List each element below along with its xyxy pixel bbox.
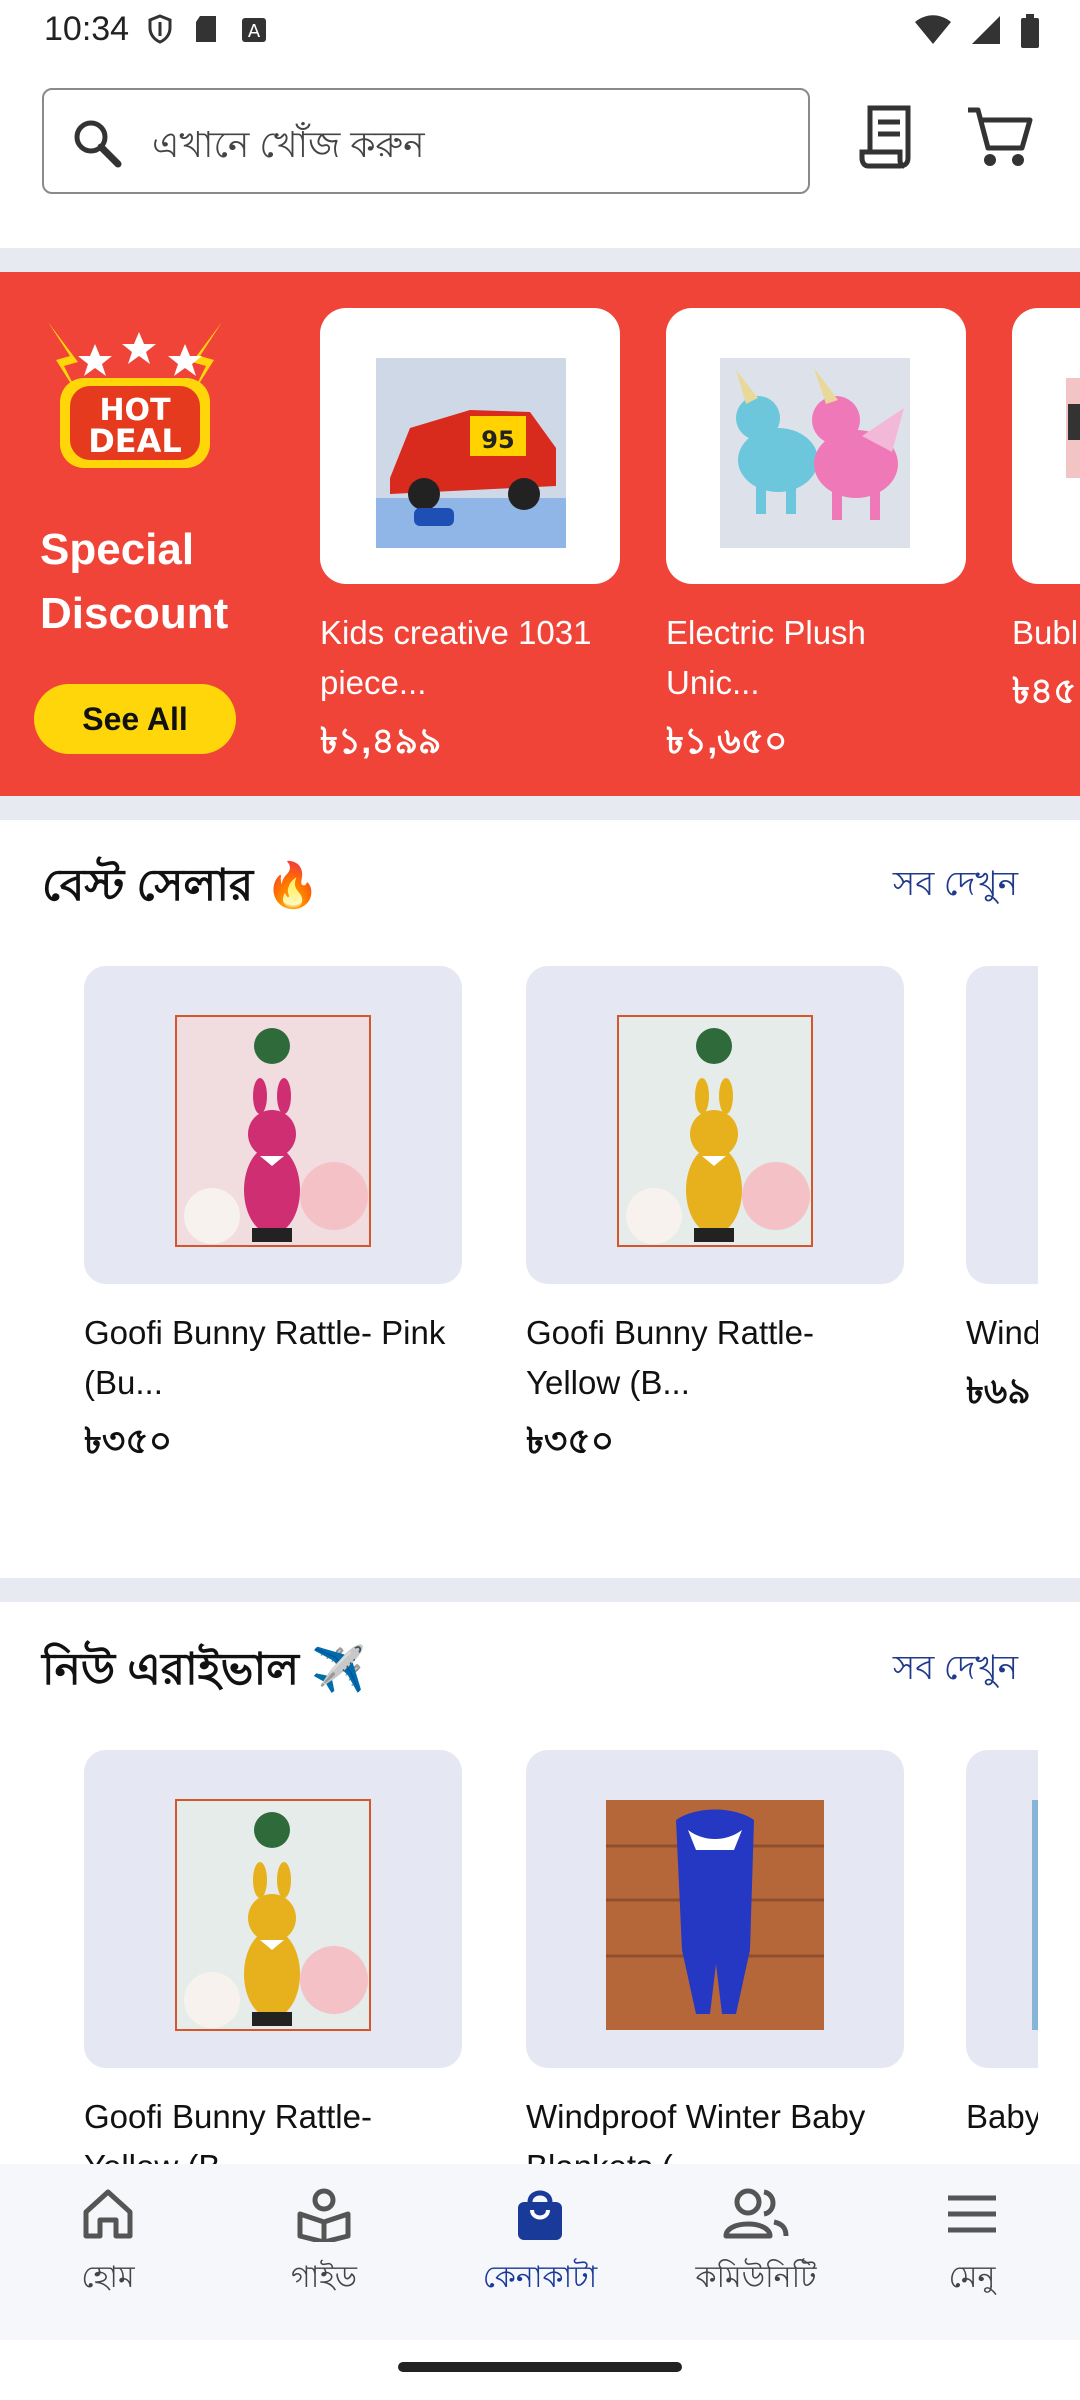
best-seller-title: বেস্ট সেলার 🔥	[42, 861, 321, 910]
see-all-button[interactable]: See All	[34, 684, 236, 754]
deal-product-price: ৳১,৪৯৯	[320, 720, 442, 761]
battery-icon	[1021, 14, 1039, 48]
status-time: 10:34	[44, 10, 130, 48]
product-card[interactable]: Wind Baby ৳৬৯	[966, 966, 1038, 1424]
deal-card[interactable]: Bubl (BG2 ৳৪৫	[1012, 308, 1080, 724]
shield-icon	[148, 14, 172, 44]
product-name: Goofi Bunny Rattle- Yellow (B...	[526, 1314, 814, 1401]
guide-icon	[297, 2188, 351, 2245]
signal-icon	[972, 16, 1000, 44]
best-seller-see-all-link[interactable]: সব দেখুন	[893, 858, 1018, 915]
nav-item-community[interactable]: কমিউনিটি	[648, 2186, 864, 2304]
product-card[interactable]: Goofi Bunny Rattle- Yellow (B...	[84, 1750, 462, 2164]
deal-product-price: ৳১,৬৫০	[666, 720, 788, 761]
hot-deal-banner: HOT DEAL Special Discount See All 95 Kid…	[0, 272, 1080, 796]
nav-label: হোম	[81, 2261, 135, 2294]
deal-card[interactable]: Electric Plush Unic... ৳১,৬৫০	[666, 308, 966, 774]
community-icon	[723, 2188, 789, 2239]
cart-icon[interactable]	[966, 104, 1034, 170]
sd-card-icon	[196, 16, 216, 42]
menu-icon	[948, 2195, 996, 2233]
product-image	[617, 1015, 813, 1247]
svg-text:A: A	[248, 21, 261, 42]
deal-product-name: Bubl (BG2	[1012, 614, 1080, 651]
product-card[interactable]: Baby (BSF	[966, 1750, 1038, 2142]
product-card[interactable]: Goofi Bunny Rattle- Pink (Bu... ৳৩৫০	[84, 966, 462, 1474]
product-price: ৳৩৫০	[526, 1420, 615, 1461]
product-name: Goofi Bunny Rattle- Yellow (B...	[84, 2098, 372, 2164]
product-name: Goofi Bunny Rattle- Pink (Bu...	[84, 1314, 446, 1401]
fire-icon: 🔥	[265, 861, 321, 910]
logo-text: DEAL	[88, 422, 182, 460]
font-a-icon: A	[242, 18, 266, 42]
product-price: ৳৬৯	[966, 1370, 1031, 1411]
product-image	[1066, 378, 1080, 478]
search-input[interactable]: এখানে খোঁজ করুন	[42, 88, 810, 194]
home-icon	[83, 2189, 133, 2239]
nav-item-shopping[interactable]: কেনাকাটা	[432, 2186, 648, 2304]
product-image	[175, 1799, 371, 2031]
nav-item-home[interactable]: হোম	[0, 2186, 216, 2304]
product-image: 95	[376, 358, 566, 548]
section-divider	[0, 1578, 1080, 1602]
product-card[interactable]: Windproof Winter Baby Blankets (...	[526, 1750, 904, 2164]
status-bar: 10:34 A	[0, 0, 1080, 64]
product-name: Baby (BSF	[966, 2098, 1038, 2135]
product-name: Windproof Winter Baby Blankets (...	[526, 2098, 866, 2164]
product-image	[175, 1015, 371, 1247]
product-image	[606, 1800, 824, 2030]
nav-item-guide[interactable]: গাইড	[216, 2186, 432, 2304]
home-indicator[interactable]	[398, 2362, 682, 2372]
deal-product-name: Kids creative 1031 piece...	[320, 614, 592, 701]
deal-product-name: Electric Plush Unic...	[666, 614, 866, 701]
order-list-icon[interactable]	[858, 104, 918, 170]
search-placeholder: এখানে খোঁজ করুন	[152, 124, 425, 165]
shopping-bag-icon	[518, 2190, 562, 2240]
nav-label: গাইড	[290, 2261, 358, 2294]
nav-label: মেনু	[948, 2261, 996, 2294]
nav-label: কেনাকাটা	[482, 2261, 598, 2294]
deal-card[interactable]: 95 Kids creative 1031 piece... ৳১,৪৯৯	[320, 308, 620, 774]
new-arrival-title: নিউ এরাইভাল ✈️	[42, 1645, 367, 1694]
airplane-icon: ✈️	[311, 1645, 367, 1694]
hot-deal-logo: HOT DEAL	[48, 322, 222, 468]
product-card[interactable]: Goofi Bunny Rattle- Yellow (B... ৳৩৫০	[526, 966, 904, 1474]
deal-title: Special Discount	[40, 525, 229, 638]
product-image	[1032, 1800, 1038, 2030]
product-name: Wind Baby	[966, 1314, 1038, 1351]
wifi-icon	[915, 15, 951, 44]
deal-product-price: ৳৪৫	[1012, 670, 1077, 711]
nav-label: কমিউনিটি	[695, 2261, 817, 2294]
section-divider	[0, 796, 1080, 820]
svg-text:95: 95	[481, 426, 514, 454]
section-divider	[0, 248, 1080, 272]
new-arrival-see-all-link[interactable]: সব দেখুন	[893, 1642, 1018, 1699]
nav-item-menu[interactable]: মেনু	[864, 2186, 1080, 2304]
product-image	[720, 358, 910, 548]
product-price: ৳৩৫০	[84, 1420, 173, 1461]
bottom-navigation: হোম গাইড কেনাকাটা কমিউনিটি মেনু	[0, 2164, 1080, 2340]
search-icon	[74, 120, 122, 168]
